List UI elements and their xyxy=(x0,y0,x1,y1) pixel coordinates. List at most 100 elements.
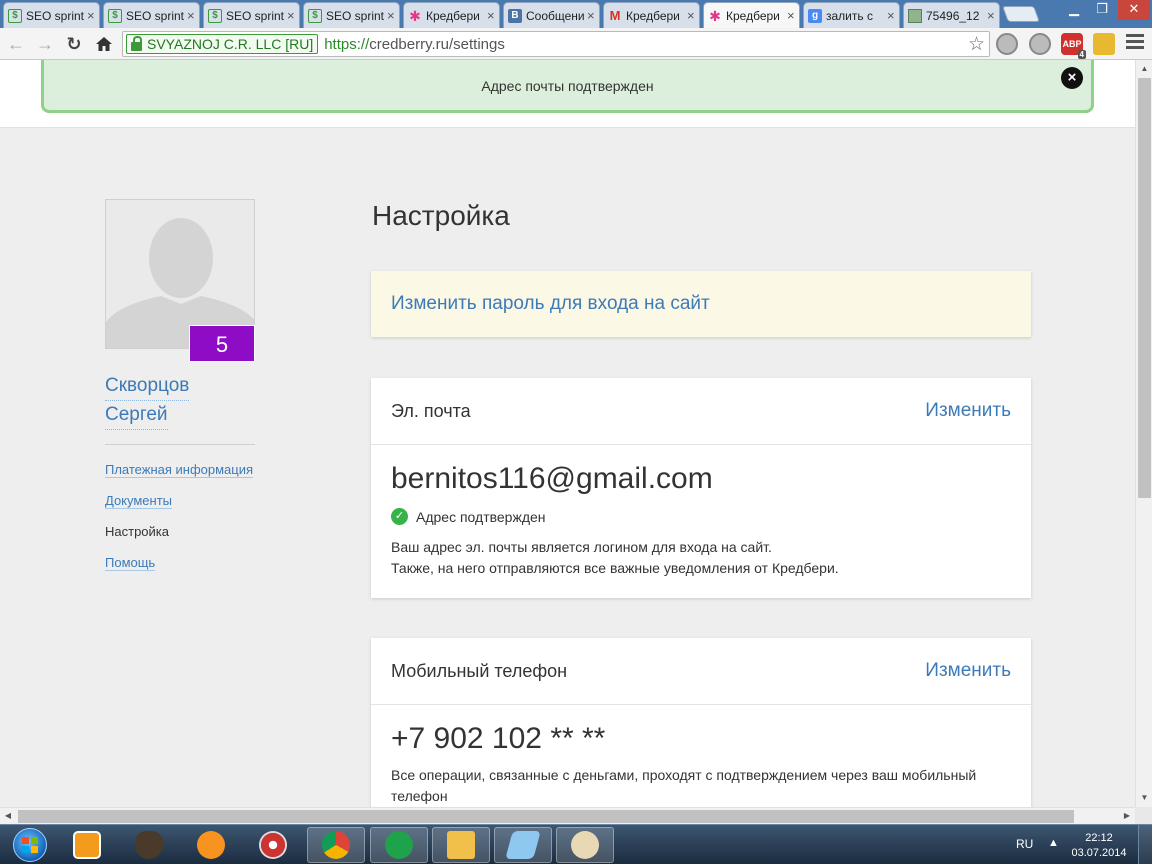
clock-date: 03.07.2014 xyxy=(1071,847,1127,859)
taskbar-chrome[interactable] xyxy=(307,827,365,863)
adblock-badge: 4 xyxy=(1077,50,1086,59)
nav-item-label: Документы xyxy=(105,493,173,509)
scroll-right-arrow-icon[interactable]: ▶ xyxy=(1119,809,1135,823)
phone-description-line: телефон xyxy=(391,788,448,804)
window-close-icon[interactable]: ✕ xyxy=(1118,0,1150,20)
adblock-icon[interactable]: ABP 4 xyxy=(1061,33,1086,59)
tab-close-icon[interactable]: × xyxy=(187,8,195,23)
profile-nav: Платежная информация Документы Настройка… xyxy=(105,462,254,586)
taskbar-odnoklassniki[interactable] xyxy=(182,827,240,863)
windows-logo-icon xyxy=(13,828,47,862)
tab-title: залить с xyxy=(826,8,873,23)
phone-label: Мобильный телефон xyxy=(391,661,568,681)
bookmark-star-icon[interactable]: ☆ xyxy=(968,33,985,56)
browser-tab[interactable]: $ SEO sprint × xyxy=(203,2,300,28)
sidebar-divider xyxy=(105,444,255,445)
start-button[interactable] xyxy=(2,826,58,864)
taskbar-explorer[interactable] xyxy=(432,827,490,863)
tab-close-icon[interactable]: × xyxy=(487,8,495,23)
browser-tab[interactable]: g залить с × xyxy=(803,2,900,28)
tab-title: Сообщения xyxy=(526,8,584,23)
browser-tab[interactable]: $ SEO sprint × xyxy=(3,2,100,28)
scroll-left-arrow-icon[interactable]: ◀ xyxy=(0,809,16,823)
extension-icon[interactable] xyxy=(1093,33,1115,55)
email-label: Эл. почта xyxy=(391,401,471,421)
scroll-down-arrow-icon[interactable]: ▼ xyxy=(1136,791,1152,805)
tab-close-icon[interactable]: × xyxy=(87,8,95,23)
browser-tab[interactable]: $ SEO sprint × xyxy=(303,2,400,28)
browser-tab[interactable]: M Кредбери × xyxy=(603,2,700,28)
back-arrow-icon[interactable]: ← xyxy=(4,32,28,56)
phone-description: Все операции, связанные с деньгами, прох… xyxy=(391,765,1021,807)
ev-certificate-badge[interactable]: SVYAZNOJ C.R. LLC [RU] xyxy=(126,34,319,54)
vertical-scrollbar[interactable]: ▲ ▼ xyxy=(1135,60,1152,807)
horizontal-scrollbar[interactable]: ◀ ▶ xyxy=(0,807,1135,824)
show-desktop-button[interactable] xyxy=(1138,825,1152,864)
user-name[interactable]: Скворцов Сергей xyxy=(105,372,190,430)
email-description-line: Также, на него отправляются все важные у… xyxy=(391,560,839,576)
browser-tab[interactable]: 75496_12 × xyxy=(903,2,1000,28)
url-text[interactable]: https://credberry.ru/settings xyxy=(324,36,505,53)
taskbar-paint[interactable] xyxy=(556,827,614,863)
nav-item-help[interactable]: Помощь xyxy=(105,555,253,586)
tab-close-icon[interactable]: × xyxy=(887,8,895,23)
address-bar[interactable]: SVYAZNOJ C.R. LLC [RU] https://credberry… xyxy=(122,31,990,57)
taskbar-messenger[interactable] xyxy=(370,827,428,863)
email-verified-status: ✓ Адрес подтвержден xyxy=(391,508,546,525)
notification-text: Адрес почты подтвержден xyxy=(481,78,654,94)
notification-close-icon[interactable]: × xyxy=(1061,67,1083,89)
tab-close-icon[interactable]: × xyxy=(287,8,295,23)
credberry-favicon-icon: ✱ xyxy=(409,7,421,24)
user-first-name[interactable]: Сергей xyxy=(105,401,168,430)
nav-item-documents[interactable]: Документы xyxy=(105,493,253,524)
image-favicon-icon xyxy=(908,8,922,23)
horizontal-scroll-thumb[interactable] xyxy=(18,810,1074,823)
change-email-link[interactable]: Изменить xyxy=(925,400,1011,422)
browser-tab[interactable]: B Сообщения × xyxy=(503,2,600,28)
tab-title: SEO sprint xyxy=(326,8,384,23)
gmail-favicon-icon: M xyxy=(609,7,621,23)
taskbar-game[interactable] xyxy=(120,827,178,863)
new-tab-button[interactable] xyxy=(1002,6,1040,22)
browser-tab[interactable]: $ SEO sprint × xyxy=(103,2,200,28)
nav-item-label: Помощь xyxy=(105,555,156,571)
browser-menu-icon[interactable] xyxy=(1126,34,1144,52)
nav-item-settings[interactable]: Настройка xyxy=(105,524,253,555)
vertical-scroll-thumb[interactable] xyxy=(1138,78,1151,498)
taskbar-notepad[interactable] xyxy=(494,827,552,863)
card-header: Мобильный телефон Изменить xyxy=(371,638,1031,705)
notepad-icon xyxy=(505,831,541,859)
extension-icon[interactable] xyxy=(1029,33,1051,55)
reload-icon[interactable]: ↻ xyxy=(62,32,86,56)
tab-title: SEO sprint xyxy=(26,8,84,23)
scroll-up-arrow-icon[interactable]: ▲ xyxy=(1136,62,1152,76)
tab-close-icon[interactable]: × xyxy=(987,8,995,23)
browser-tab-active[interactable]: ✱ Кредбери × xyxy=(703,2,800,28)
change-password-link[interactable]: Изменить пароль для входа на сайт xyxy=(391,293,710,315)
tab-close-icon[interactable]: × xyxy=(787,8,795,23)
minimize-icon[interactable]: ▁ xyxy=(1060,0,1088,20)
tab-close-icon[interactable]: × xyxy=(387,8,395,23)
tab-title: Кредбери xyxy=(626,8,680,23)
system-clock[interactable]: 22:12 03.07.2014 xyxy=(1066,831,1132,861)
url-scheme: https:// xyxy=(324,35,370,53)
windows-taskbar: RU ▲ 22:12 03.07.2014 xyxy=(0,824,1152,864)
extension-icon[interactable] xyxy=(996,33,1018,55)
change-phone-link[interactable]: Изменить xyxy=(925,660,1011,682)
seosprint-favicon-icon: $ xyxy=(108,8,122,23)
nav-item-payment-info[interactable]: Платежная информация xyxy=(105,462,254,493)
email-card: Эл. почта Изменить bernitos116@gmail.com… xyxy=(371,378,1031,598)
restore-icon[interactable]: ❐ xyxy=(1088,0,1116,20)
tab-close-icon[interactable]: × xyxy=(587,8,595,23)
browser-tab[interactable]: ✱ Кредбери × xyxy=(403,2,500,28)
user-last-name[interactable]: Скворцов xyxy=(105,372,190,401)
folder-icon xyxy=(447,831,475,859)
tab-close-icon[interactable]: × xyxy=(687,8,695,23)
forward-arrow-icon[interactable]: → xyxy=(33,32,57,56)
home-icon[interactable] xyxy=(92,32,116,56)
taskbar-media-player[interactable] xyxy=(58,827,116,863)
tray-expand-icon[interactable]: ▲ xyxy=(1048,837,1059,849)
taskbar-flash[interactable] xyxy=(244,827,302,863)
notification-banner: Адрес почты подтвержден × xyxy=(41,60,1094,113)
language-indicator[interactable]: RU xyxy=(1016,837,1033,851)
